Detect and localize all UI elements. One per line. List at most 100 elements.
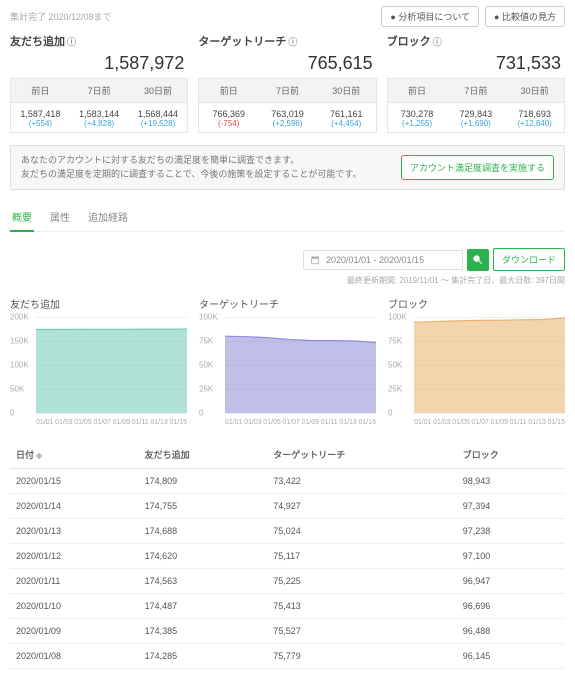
period-cell: 1,587,418 (+554) <box>11 109 70 128</box>
chart-title: 友だち追加 <box>10 296 187 311</box>
calendar-icon <box>310 255 320 265</box>
cell-date: 2020/01/08 <box>10 644 139 669</box>
period-cell: 1,568,444 (+19,528) <box>129 109 188 128</box>
cell-date: 2020/01/10 <box>10 594 139 619</box>
cell-add: 174,285 <box>139 644 268 669</box>
compare-help-button[interactable]: ● 比較値の見方 <box>485 6 565 27</box>
cell-add: 174,809 <box>139 469 268 494</box>
cell-block: 96,947 <box>457 569 565 594</box>
period-cell: 766,369 (-754) <box>199 109 258 128</box>
cell-date: 2020/01/13 <box>10 519 139 544</box>
chart-xticks: 01/0101/0301/0501/0701/0901/1101/1301/15 <box>414 419 565 426</box>
info-icon[interactable]: ⓘ <box>67 37 76 47</box>
cell-block: 98,943 <box>457 469 565 494</box>
period-cell: 761,161 (+4,454) <box>317 109 376 128</box>
cell-block: 97,100 <box>457 544 565 569</box>
period-cell: 763,019 (+2,596) <box>258 109 317 128</box>
cell-block: 97,394 <box>457 494 565 519</box>
tab-overview[interactable]: 概要 <box>10 204 34 232</box>
date-range-text: 2020/01/01 - 2020/01/15 <box>326 255 424 265</box>
chart: ブロック 025K50K75K100K 01/0101/0301/0501/07… <box>388 296 565 425</box>
cell-block: 96,488 <box>457 619 565 644</box>
cell-reach: 75,413 <box>267 594 456 619</box>
notice-line-2: 友だちの満足度を定期的に調査することで、今後の施策を設定することが可能です。 <box>21 168 361 182</box>
table-row: 2020/01/15 174,809 73,422 98,943 <box>10 469 565 494</box>
tab-route[interactable]: 追加経路 <box>86 204 130 231</box>
cell-date: 2020/01/14 <box>10 494 139 519</box>
period-cell: 730,278 (+1,255) <box>388 109 447 128</box>
th-add[interactable]: 友だち追加 <box>139 441 268 469</box>
period-head: 7日前 <box>446 79 505 102</box>
th-reach[interactable]: ターゲットリーチ <box>267 441 456 469</box>
chart-title: ターゲットリーチ <box>199 296 376 311</box>
metric-value: 1,587,972 <box>10 51 188 78</box>
th-block[interactable]: ブロック <box>457 441 565 469</box>
period-head: 30日前 <box>129 79 188 102</box>
table-row: 2020/01/11 174,563 75,225 96,947 <box>10 569 565 594</box>
period-cell: 1,583,144 (+4,828) <box>70 109 129 128</box>
chart-xticks: 01/0101/0301/0501/0701/0901/1101/1301/15 <box>36 419 187 426</box>
th-date[interactable]: 日付◆ <box>10 441 139 469</box>
chart-svg <box>225 317 376 413</box>
data-table: 日付◆ 友だち追加 ターゲットリーチ ブロック 2020/01/15 174,8… <box>10 441 565 669</box>
info-icon[interactable]: ⓘ <box>288 37 297 47</box>
cell-add: 174,563 <box>139 569 268 594</box>
table-row: 2020/01/12 174,620 75,117 97,100 <box>10 544 565 569</box>
satisfaction-notice: あなたのアカウントに対する友だちの満足度を簡単に調査できます。 友だちの満足度を… <box>10 145 565 190</box>
table-row: 2020/01/13 174,688 75,024 97,238 <box>10 519 565 544</box>
metric-block: 友だち追加ⓘ 1,587,972 前日7日前30日前 1,587,418 (+5… <box>10 33 188 133</box>
period-cell: 729,843 (+1,690) <box>446 109 505 128</box>
cell-reach: 73,422 <box>267 469 456 494</box>
metric-value: 765,615 <box>198 51 376 78</box>
tab-attribute[interactable]: 属性 <box>48 204 72 231</box>
cell-date: 2020/01/09 <box>10 619 139 644</box>
cell-block: 96,145 <box>457 644 565 669</box>
chart-xticks: 01/0101/0301/0501/0701/0901/1101/1301/15 <box>225 419 376 426</box>
period-head: 前日 <box>388 79 447 102</box>
range-note: 最終更新期間: 2019/11/01 ～ 集計完了日、最大日数: 397日間 <box>10 275 565 286</box>
chart: 友だち追加 050K100K150K200K 01/0101/0301/0501… <box>10 296 187 425</box>
search-button[interactable] <box>467 249 489 271</box>
cell-reach: 75,225 <box>267 569 456 594</box>
about-analysis-button[interactable]: ● 分析項目について <box>381 6 479 27</box>
about-analysis-label: 分析項目について <box>398 12 470 22</box>
table-row: 2020/01/09 174,385 75,527 96,488 <box>10 619 565 644</box>
cell-reach: 75,779 <box>267 644 456 669</box>
satisfaction-survey-button[interactable]: アカウント満足度調査を実施する <box>401 155 554 180</box>
metric-title: ブロックⓘ <box>387 33 565 49</box>
metric-value: 731,533 <box>387 51 565 78</box>
period-head: 前日 <box>199 79 258 102</box>
cell-block: 96,696 <box>457 594 565 619</box>
table-row: 2020/01/08 174,285 75,779 96,145 <box>10 644 565 669</box>
period-head: 30日前 <box>505 79 564 102</box>
info-icon[interactable]: ⓘ <box>433 37 442 47</box>
metric-title: ターゲットリーチⓘ <box>198 33 376 49</box>
metric-title: 友だち追加ⓘ <box>10 33 188 49</box>
table-row: 2020/01/10 174,487 75,413 96,696 <box>10 594 565 619</box>
search-icon <box>472 254 483 265</box>
chart-svg <box>414 317 565 413</box>
chart-svg <box>36 317 187 413</box>
download-button[interactable]: ダウンロード <box>493 248 565 271</box>
cell-add: 174,487 <box>139 594 268 619</box>
date-range-input[interactable]: 2020/01/01 - 2020/01/15 <box>303 250 463 270</box>
cell-reach: 75,024 <box>267 519 456 544</box>
period-head: 7日前 <box>70 79 129 102</box>
period-head: 7日前 <box>258 79 317 102</box>
cell-reach: 75,117 <box>267 544 456 569</box>
cell-date: 2020/01/11 <box>10 569 139 594</box>
metric-block: ブロックⓘ 731,533 前日7日前30日前 730,278 (+1,255)… <box>387 33 565 133</box>
chart: ターゲットリーチ 025K50K75K100K 01/0101/0301/050… <box>199 296 376 425</box>
metric-block: ターゲットリーチⓘ 765,615 前日7日前30日前 766,369 (-75… <box>198 33 376 133</box>
cell-reach: 74,927 <box>267 494 456 519</box>
table-row: 2020/01/14 174,755 74,927 97,394 <box>10 494 565 519</box>
cell-add: 174,385 <box>139 619 268 644</box>
period-head: 30日前 <box>317 79 376 102</box>
cell-reach: 75,527 <box>267 619 456 644</box>
sort-icon: ◆ <box>36 451 42 460</box>
cell-add: 174,755 <box>139 494 268 519</box>
cell-date: 2020/01/15 <box>10 469 139 494</box>
aggregate-timestamp: 集計完了 2020/12/08まで <box>10 10 112 23</box>
period-cell: 718,693 (+12,840) <box>505 109 564 128</box>
chart-title: ブロック <box>388 296 565 311</box>
